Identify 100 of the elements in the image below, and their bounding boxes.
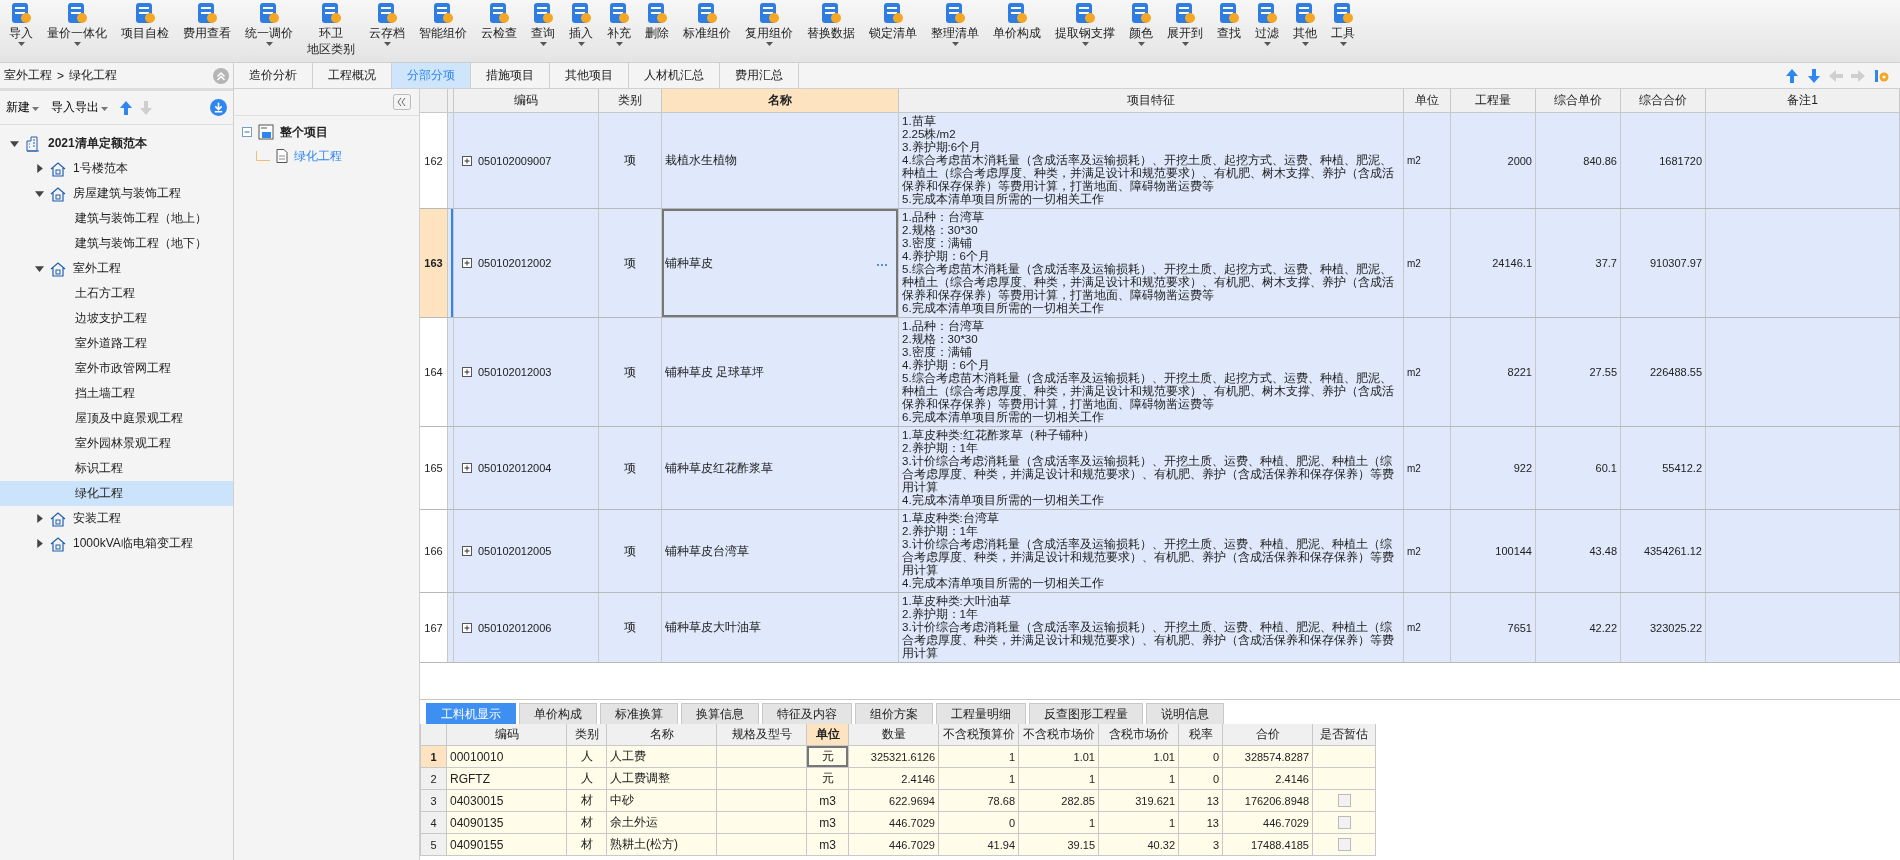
arrow-icon[interactable] [1808,68,1820,83]
expand-arrow-icon[interactable] [34,539,44,548]
expand-box-icon[interactable] [462,463,472,473]
toolbar-button[interactable]: 工具 [1325,0,1361,46]
tab[interactable]: 特征及内容 [762,703,852,724]
double-chevron-icon[interactable] [393,94,411,110]
tree-item[interactable]: 边坡支护工程 [0,306,233,331]
expand-arrow-icon[interactable] [9,139,19,148]
expand-box-icon[interactable] [462,258,472,268]
toolbar-button[interactable]: 整理清单 [925,0,985,46]
menu-button[interactable]: 导入导出 [51,99,112,116]
table-cell: 项 [599,593,662,662]
toolbar-button[interactable]: 智能组价 [413,0,473,40]
toolbar-button[interactable]: 删除 [639,0,675,40]
toolbar-button[interactable]: 云存档 [363,0,411,46]
tab[interactable]: 单价构成 [519,703,597,724]
toolbar-button[interactable]: 颜色 [1123,0,1159,46]
expand-box-icon[interactable] [462,622,472,633]
tree-item[interactable]: 挡土墙工程 [0,381,233,406]
collapse-box-icon[interactable] [242,127,252,137]
toolbar-button[interactable]: 补充 [601,0,637,46]
download-icon[interactable] [210,99,227,116]
expand-box-icon[interactable] [462,546,472,556]
table-cell: 39.15 [1019,834,1099,856]
tree-item[interactable]: 室外园林景观工程 [0,431,233,456]
tree-item[interactable]: 2021清单定额范本 [0,131,233,156]
toolbar-button[interactable]: 查询 [525,0,561,46]
expand-arrow-icon[interactable] [34,264,44,273]
toolbar-button[interactable]: 提取钢支撑 [1049,0,1121,46]
arrow-icon[interactable] [1786,68,1798,83]
checkbox[interactable] [1337,794,1351,807]
toolbar-button[interactable]: 导入 [3,0,39,46]
row-number[interactable]: 2 [421,768,447,790]
expand-box-icon[interactable] [462,155,472,166]
table-cell: 铺种草皮台湾草 [665,542,749,560]
column-header[interactable]: 名称 [662,89,899,113]
tree-item[interactable]: 整个项目 [234,120,419,144]
expand-arrow-icon[interactable] [34,514,44,523]
tree-item[interactable]: 室外工程 [0,256,233,281]
row-number[interactable]: 3 [421,790,447,812]
table-cell: 材 [567,812,607,834]
table-cell: 13 [1179,812,1223,834]
arrow-icon[interactable] [120,99,132,116]
table-cell: 622.9694 [849,790,939,812]
tree-item[interactable]: 房屋建筑与装饰工程 [0,181,233,206]
tree-item[interactable]: 屋顶及中庭景观工程 [0,406,233,431]
document-icon [1074,2,1096,24]
row-number[interactable]: 163 [420,209,448,317]
toolbar-button[interactable]: 项目自检 [115,0,175,40]
toolbar-button[interactable]: 其他 [1287,0,1323,46]
checkbox[interactable] [1337,816,1351,829]
toolbar-button[interactable]: 展开到 [1161,0,1209,46]
tree-item[interactable]: 安装工程 [0,506,233,531]
column-header[interactable]: 单位 [807,724,849,746]
tree-item[interactable]: 绿化工程 [0,481,233,506]
toolbar-button[interactable]: 费用查看 [177,0,237,40]
tab[interactable]: 标准换算 [600,703,678,724]
expand-box-icon[interactable] [462,367,472,377]
toolbar-button[interactable]: 云检查 [475,0,523,40]
menu-button[interactable]: 新建 [6,99,43,116]
toolbar-button[interactable]: 插入 [563,0,599,46]
tab[interactable]: 说明信息 [1146,703,1224,724]
expand-arrow-icon[interactable] [34,189,44,198]
tab[interactable]: 组价方案 [855,703,933,724]
tree-item[interactable]: 土石方工程 [0,281,233,306]
settings-icon[interactable] [1874,67,1890,84]
collapse-icon[interactable] [213,67,229,84]
toolbar-button[interactable]: 单价构成 [987,0,1047,40]
tree-item[interactable]: 1号楼范本 [0,156,233,181]
tree-item[interactable]: 1000kVA临电箱变工程 [0,531,233,556]
ellipsis-icon[interactable] [876,263,888,267]
toolbar-button[interactable]: 量价一体化 [41,0,113,46]
toolbar-button[interactable]: 复用组价 [739,0,799,46]
table-cell: 050102012002 [478,257,552,269]
row-number[interactable]: 1 [421,746,447,768]
table-cell: 铺种草皮红花酢浆草 [665,459,773,477]
toolbar-button[interactable]: 查找 [1211,0,1247,40]
row-number[interactable]: 4 [421,812,447,834]
tree-item[interactable]: 建筑与装饰工程（地下） [0,231,233,256]
toolbar-button[interactable]: 替换数据 [801,0,861,40]
row-number[interactable]: 5 [421,834,447,856]
tree-item[interactable]: 室外道路工程 [0,331,233,356]
tree-item[interactable]: 标识工程 [0,456,233,481]
tab[interactable]: 工程量明细 [936,703,1026,724]
document-icon [1130,2,1152,24]
tree-item[interactable]: 室外市政管网工程 [0,356,233,381]
checkbox[interactable] [1337,838,1351,851]
table-cell: 2.4146 [849,768,939,790]
tab[interactable]: 反查图形工程量 [1029,703,1143,724]
toolbar-button[interactable]: 锁定清单 [863,0,923,40]
expand-arrow-icon[interactable] [34,164,44,173]
toolbar-button[interactable]: 环卫 地区类别 [301,0,361,56]
toolbar-button[interactable]: 统一调价 [239,0,299,46]
toolbar-button[interactable]: 标准组价 [677,0,737,40]
table-cell: 328574.8287 [1223,746,1313,768]
tree-item[interactable]: 建筑与装饰工程（地上） [0,206,233,231]
tab[interactable]: 换算信息 [681,703,759,724]
table-cell: 1.01 [1019,746,1099,768]
feature-line: 3.计价综合考虑消耗量（含成活率及运输损耗）、开挖土质、运费、种植、肥泥、种植土（综合考虑厚度、种类，并满足设计和规范要求）、有机肥、养护（含成活保养和保存保养）等费用计算 [902,621,1395,660]
toolbar-button[interactable]: 过滤 [1249,0,1285,46]
